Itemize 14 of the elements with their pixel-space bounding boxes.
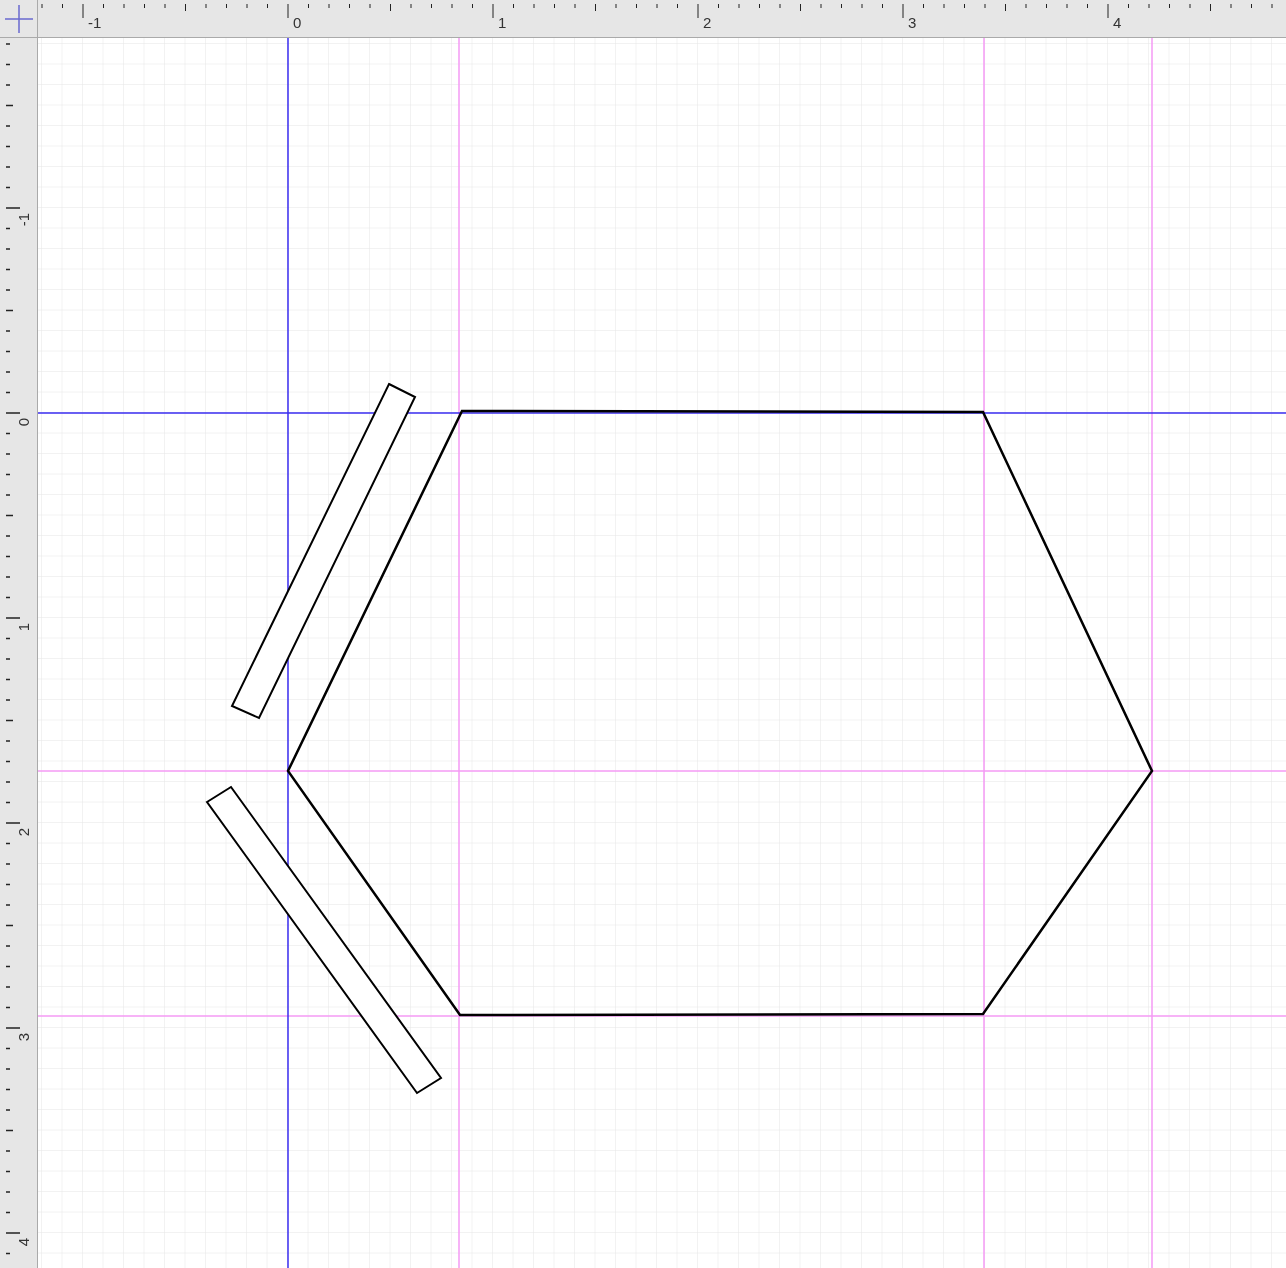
- ruler-label: 3: [908, 14, 917, 31]
- ruler-label: 0: [293, 14, 302, 31]
- ruler-label: 1: [498, 14, 507, 31]
- ruler-label: 4: [15, 1238, 32, 1247]
- ruler-label: 2: [15, 828, 32, 837]
- ruler-label: 3: [15, 1033, 32, 1042]
- ruler-label: 4: [1113, 14, 1122, 31]
- ruler-label: 2: [703, 14, 712, 31]
- ruler-label: 0: [15, 418, 32, 427]
- horizontal-ruler[interactable]: -1 0 1 2 3 4: [38, 0, 1286, 38]
- vertical-ruler[interactable]: -1 0 1 2 3 4: [0, 38, 38, 1268]
- ruler-label: -1: [15, 213, 32, 227]
- ruler-label: 1: [15, 623, 32, 632]
- ruler-label: -1: [88, 14, 102, 31]
